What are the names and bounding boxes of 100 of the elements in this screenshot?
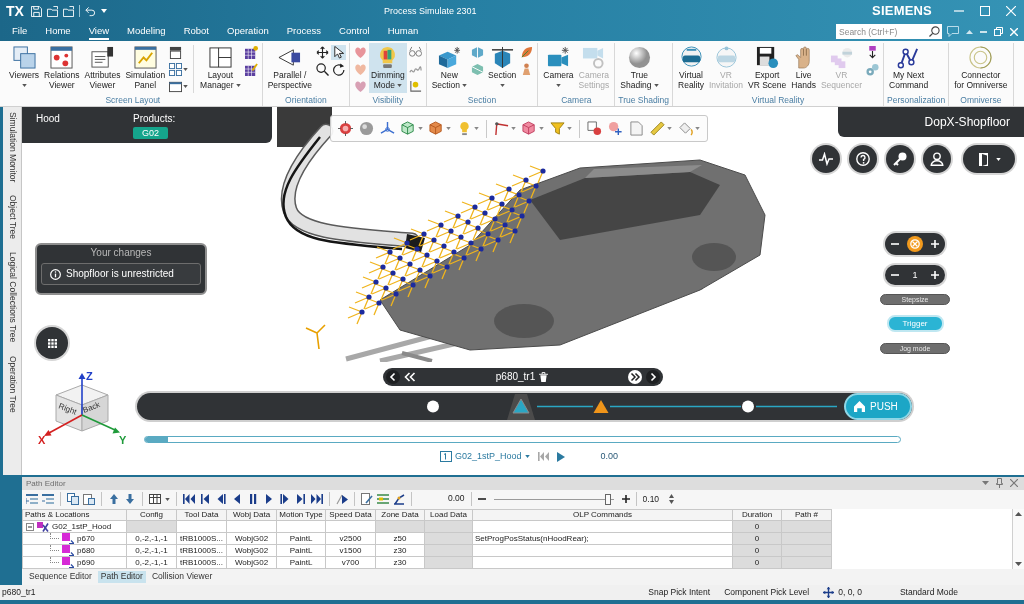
wireframe-cube-button[interactable] (399, 121, 425, 136)
arrow-down-icon[interactable] (124, 493, 136, 506)
solid-cube-button[interactable] (427, 121, 453, 136)
caret-icon[interactable] (100, 9, 107, 13)
comment-icon[interactable] (947, 26, 959, 37)
jump-icon[interactable] (336, 493, 348, 506)
close-icon[interactable] (1010, 479, 1018, 488)
pause-icon[interactable] (247, 493, 259, 506)
apps-button[interactable] (36, 327, 68, 359)
status-item[interactable]: Snap Pick Intent (648, 587, 711, 598)
sphere-button[interactable] (357, 121, 376, 136)
chevron-left-icon[interactable] (386, 370, 400, 384)
double-chevron-left-icon[interactable] (404, 372, 416, 382)
menu-tab[interactable]: Process (286, 23, 322, 40)
attributes-viewer-button[interactable]: Attributes Viewer (82, 43, 123, 93)
next-icon[interactable] (295, 493, 307, 506)
undo-icon[interactable] (84, 5, 96, 17)
skip-to-start-icon[interactable] (537, 452, 549, 461)
play-icon[interactable] (556, 451, 565, 462)
caret-down-icon[interactable] (982, 481, 989, 486)
user-button[interactable] (923, 145, 951, 173)
maximize-icon[interactable] (980, 6, 990, 16)
my-next-command-button[interactable]: My Next Command (887, 43, 931, 93)
four-windows-button[interactable] (168, 62, 190, 77)
target-sphere-button[interactable] (336, 121, 355, 136)
move-arrows-button[interactable] (315, 45, 331, 60)
live-hands-button[interactable]: Live Hands (789, 43, 818, 93)
chart-axis-button[interactable] (407, 79, 423, 94)
dimming-mode-button[interactable]: Dimming Mode (369, 43, 407, 93)
overlapping-pages-icon[interactable] (83, 493, 95, 506)
relations-viewer-button[interactable]: Relations Viewer (42, 43, 82, 93)
editor-tab[interactable]: Sequence Editor (26, 571, 95, 583)
new-section-button[interactable]: New Section (429, 43, 469, 93)
menu-tab[interactable]: Robot (183, 23, 209, 40)
save-icon[interactable] (30, 5, 42, 17)
minus-icon[interactable] (477, 498, 486, 501)
side-tab[interactable]: Operation Tree (6, 352, 18, 416)
funnel-button[interactable] (548, 121, 574, 136)
step-forward-icon[interactable] (279, 493, 291, 506)
rotate-button[interactable] (331, 62, 347, 77)
spinner-arrows-icon[interactable] (668, 494, 674, 505)
step-back-icon[interactable] (215, 493, 227, 506)
caret-down-icon[interactable] (1015, 562, 1022, 567)
table-star-button[interactable] (243, 45, 259, 60)
minimize-icon[interactable] (980, 30, 987, 33)
parallel-perspective-button[interactable]: Parallel / Perspective (265, 43, 315, 93)
angle-lines-button[interactable] (492, 121, 518, 136)
plus-icon[interactable] (621, 495, 630, 504)
simulation-panel-button[interactable]: Simulation Panel (123, 43, 168, 93)
viewers-button[interactable]: Viewers (7, 43, 42, 93)
export-vr-scene-button[interactable]: Export VR Scene (746, 43, 789, 93)
section-button[interactable]: Section (486, 43, 519, 93)
side-tab[interactable]: Logical Collections Tree (6, 249, 18, 346)
magnifier-button[interactable] (315, 62, 331, 77)
pin-icon[interactable] (996, 478, 1003, 489)
hexagon-button[interactable] (470, 45, 485, 60)
glasses-button[interactable] (407, 45, 423, 60)
speed-slider-track[interactable] (493, 493, 614, 506)
menu-tab[interactable]: File (12, 23, 28, 40)
pointer-button[interactable] (331, 45, 347, 60)
folder-icon[interactable] (46, 5, 58, 17)
collapse-toggle-icon[interactable] (26, 522, 34, 531)
square-circle-button[interactable] (585, 121, 604, 136)
key-button[interactable] (886, 145, 914, 173)
virtual-reality-button[interactable]: Virtual Reality (676, 43, 706, 93)
menu-tab[interactable]: Operation (227, 23, 269, 40)
view-cube[interactable] (44, 373, 120, 436)
circle-x-icon[interactable] (907, 236, 923, 252)
menu-tab[interactable]: Human (387, 23, 419, 40)
copy-icon[interactable] (67, 493, 79, 506)
status-item[interactable]: Component Pick Level (724, 587, 810, 598)
leaf-button[interactable] (519, 45, 535, 60)
folder-icon[interactable] (62, 5, 74, 17)
arrow-up-icon[interactable] (108, 493, 120, 506)
true-shading-button[interactable]: True Shading (618, 43, 661, 93)
axes-button[interactable] (378, 121, 397, 136)
slider-thumb[interactable] (604, 494, 611, 506)
previous-icon[interactable] (199, 493, 211, 506)
layout-manager-button[interactable]: Layout Manager (198, 43, 243, 93)
editor-tab[interactable]: Path Editor (97, 571, 146, 583)
angle-icon[interactable] (393, 493, 405, 506)
circle-plus-button[interactable] (606, 121, 625, 136)
window-button[interactable] (168, 79, 190, 94)
ruler-button[interactable] (648, 121, 674, 136)
editor-tab[interactable]: Collision Viewer (148, 571, 216, 583)
search-field[interactable]: Search (Ctrl+F) (836, 24, 942, 39)
step-field[interactable]: 0.10 (642, 494, 665, 505)
skip-to-end-icon[interactable] (311, 493, 323, 506)
side-tab[interactable]: Object Tree (6, 192, 18, 243)
remove-row-icon[interactable] (42, 493, 54, 506)
side-tab[interactable]: Simulation Monitor (6, 109, 18, 186)
door-menu-button[interactable] (963, 145, 1015, 173)
skip-to-start-icon[interactable] (183, 493, 195, 506)
insert-row-icon[interactable] (26, 493, 38, 506)
operation-dropdown[interactable]: G02_1stP_Hood (440, 451, 530, 462)
chevron-right-icon[interactable] (646, 370, 660, 384)
cube-button[interactable] (520, 121, 546, 136)
columns-icon[interactable] (149, 493, 161, 506)
double-chevron-right-icon[interactable] (628, 370, 642, 384)
document-edit-icon[interactable] (361, 493, 373, 506)
